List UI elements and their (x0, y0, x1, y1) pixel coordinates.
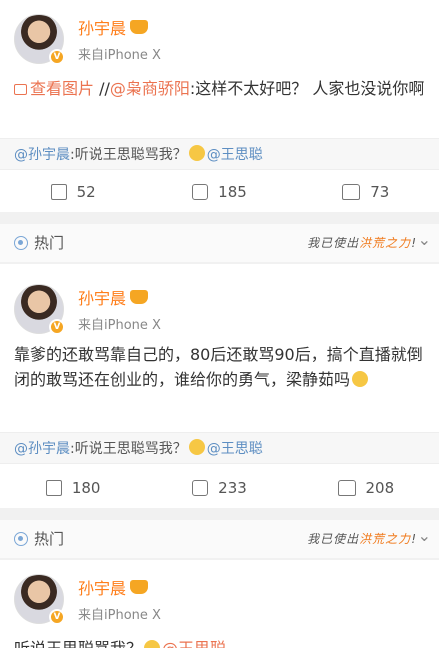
like-button[interactable]: 208 (293, 468, 439, 508)
retweet-mention-link[interactable]: @王思聪 (207, 441, 263, 457)
comment-count: 185 (218, 183, 247, 201)
like-button[interactable]: 73 (293, 172, 439, 212)
post-meta: 孙宇晨 来自iPhone X (78, 575, 161, 623)
like-count: 208 (365, 479, 395, 497)
post-card-3: V 孙宇晨 来自iPhone X 听说王思聪骂我？ @王思聪 (0, 560, 439, 648)
retweet-box[interactable]: @孙宇晨:听说王思聪骂我？ @王思聪 (0, 138, 439, 170)
hot-section-bar: 热门 我已使出洪荒之力! ⌄ (0, 224, 439, 262)
post-source: 来自iPhone X (78, 318, 161, 333)
banner-text: 我已使出洪荒之力! (307, 236, 417, 250)
doge-emoji-icon (352, 371, 369, 387)
avatar[interactable]: V (14, 574, 65, 625)
hot-icon (14, 531, 28, 546)
like-icon (342, 184, 361, 200)
avatar[interactable]: V (14, 14, 65, 65)
post-body: 听说王思聪骂我？ @王思聪 (14, 636, 425, 648)
repost-count: 180 (71, 479, 101, 497)
chevron-down-icon[interactable]: ⌄ (418, 230, 431, 249)
comment-icon (192, 184, 209, 200)
hot-label[interactable]: 热门 (14, 528, 64, 549)
post-meta: 孙宇晨 来自iPhone X (78, 15, 161, 63)
username-row: 孙宇晨 (78, 15, 161, 39)
crown-icon (130, 580, 149, 594)
banner-text: 我已使出洪荒之力! (307, 532, 417, 546)
retweet-text: :听说王思聪骂我？ (70, 147, 187, 163)
retweet-author-link[interactable]: @孙宇晨 (14, 441, 70, 457)
picture-icon (14, 84, 27, 95)
username-row: 孙宇晨 (78, 575, 161, 599)
repost-icon (45, 480, 62, 496)
crown-icon (130, 20, 149, 34)
like-count: 73 (370, 183, 390, 201)
crown-icon (130, 290, 149, 304)
retweet-text: :听说王思聪骂我？ (70, 441, 187, 457)
hot-section-bar: 热门 我已使出洪荒之力! ⌄ (0, 520, 439, 558)
comment-icon (192, 480, 209, 496)
verified-badge-icon: V (49, 609, 65, 625)
username[interactable]: 孙宇晨 (78, 15, 126, 39)
body-text: 听说王思聪骂我？ (14, 639, 142, 648)
smile-emoji-icon (188, 439, 205, 455)
retweet-box[interactable]: @孙宇晨:听说王思聪骂我？ @王思聪 (0, 432, 439, 464)
username-row: 孙宇晨 (78, 285, 161, 309)
hot-label[interactable]: 热门 (14, 232, 64, 253)
body-separator: // (94, 79, 110, 98)
post-meta: 孙宇晨 来自iPhone X (78, 285, 161, 333)
comment-count: 233 (218, 479, 247, 497)
post-header: V 孙宇晨 来自iPhone X (14, 284, 161, 335)
post-source: 来自iPhone X (78, 608, 161, 623)
body-text: :这样不太好吧？ 人家也没说你啊 (189, 79, 425, 98)
post-card-2: V 孙宇晨 来自iPhone X 靠爹的还敢骂靠自己的，80后还敢骂90后，搞个… (0, 264, 439, 508)
post-source: 来自iPhone X (78, 48, 161, 63)
avatar[interactable]: V (14, 284, 65, 335)
username[interactable]: 孙宇晨 (78, 285, 126, 309)
post-header: V 孙宇晨 来自iPhone X (14, 574, 161, 625)
like-icon (337, 480, 356, 496)
repost-button[interactable]: 52 (0, 172, 146, 212)
verified-badge-icon: V (49, 319, 65, 335)
repost-icon (50, 184, 67, 200)
comment-button[interactable]: 185 (146, 172, 292, 212)
comment-button[interactable]: 233 (146, 468, 292, 508)
post-header: V 孙宇晨 来自iPhone X (14, 14, 161, 65)
repost-button[interactable]: 180 (0, 468, 146, 508)
post-card-1: V 孙宇晨 来自iPhone X 查看图片 //@枭商骄阳:这样不太好吧？ 人家… (0, 0, 439, 212)
verified-badge-icon: V (49, 49, 65, 65)
post-body: 靠爹的还敢骂靠自己的，80后还敢骂90后，搞个直播就倒闭的敢骂还在创业的，谁给你… (14, 342, 425, 392)
mention-link[interactable]: @王思聪 (162, 639, 226, 648)
action-bar: 180 233 208 (0, 468, 439, 508)
action-bar: 52 185 73 (0, 172, 439, 212)
hot-icon (14, 235, 28, 250)
retweet-mention-link[interactable]: @王思聪 (207, 147, 263, 163)
mention-link[interactable]: @枭商骄阳 (110, 79, 190, 98)
retweet-author-link[interactable]: @孙宇晨 (14, 147, 70, 163)
smile-emoji-icon (144, 640, 161, 648)
smile-emoji-icon (188, 145, 205, 161)
post-body: 查看图片 //@枭商骄阳:这样不太好吧？ 人家也没说你啊 (14, 76, 425, 101)
username[interactable]: 孙宇晨 (78, 575, 126, 599)
repost-count: 52 (76, 183, 96, 201)
chevron-down-icon[interactable]: ⌄ (418, 526, 431, 545)
view-picture-link[interactable]: 查看图片 (14, 79, 94, 98)
